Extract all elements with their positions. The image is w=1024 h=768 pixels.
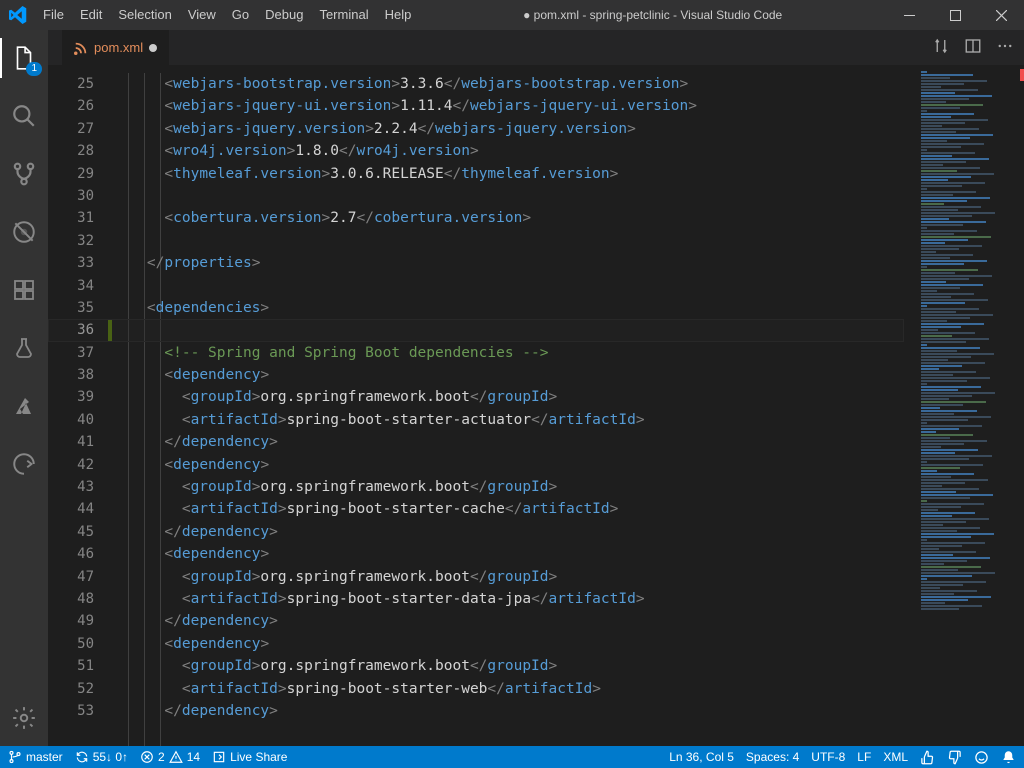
feedback-thumbsdown-icon[interactable] <box>947 750 962 765</box>
test-icon[interactable] <box>0 328 48 368</box>
activity-bar: 1 <box>0 30 48 746</box>
minimize-button[interactable] <box>886 0 932 30</box>
split-editor-icon[interactable] <box>964 37 982 58</box>
menu-terminal[interactable]: Terminal <box>311 0 376 30</box>
language-mode-status[interactable]: XML <box>883 750 908 764</box>
settings-gear-icon[interactable] <box>0 698 48 738</box>
liveshare-icon[interactable] <box>0 444 48 484</box>
editor-area: pom.xml 25262728293031323334353637383940… <box>48 30 1024 746</box>
feedback-smiley-icon[interactable] <box>974 750 989 765</box>
search-icon[interactable] <box>0 96 48 136</box>
problems-status[interactable]: 2 14 <box>140 750 200 764</box>
live-share-status[interactable]: Live Share <box>212 750 287 764</box>
status-bar: master 55↓ 0↑ 2 14 Live Share Ln 36, Col… <box>0 746 1024 768</box>
minimap[interactable] <box>914 69 1024 746</box>
eol-status[interactable]: LF <box>857 750 871 764</box>
title-bar: FileEditSelectionViewGoDebugTerminalHelp… <box>0 0 1024 30</box>
xml-file-icon <box>74 41 88 55</box>
dirty-indicator-icon <box>149 44 157 52</box>
minimap-error-marker <box>1020 69 1024 81</box>
more-actions-icon[interactable] <box>996 37 1014 58</box>
close-button[interactable] <box>978 0 1024 30</box>
encoding-status[interactable]: UTF-8 <box>811 750 845 764</box>
compare-changes-icon[interactable] <box>932 37 950 58</box>
maximize-button[interactable] <box>932 0 978 30</box>
menu-go[interactable]: Go <box>224 0 257 30</box>
menu-help[interactable]: Help <box>377 0 420 30</box>
tab-bar: pom.xml <box>48 30 1024 65</box>
indentation-status[interactable]: Spaces: 4 <box>746 750 799 764</box>
debug-icon[interactable] <box>0 212 48 252</box>
menu-view[interactable]: View <box>180 0 224 30</box>
menu-edit[interactable]: Edit <box>72 0 110 30</box>
explorer-badge: 1 <box>26 62 42 76</box>
source-control-icon[interactable] <box>0 154 48 194</box>
azure-icon[interactable] <box>0 386 48 426</box>
menu-debug[interactable]: Debug <box>257 0 311 30</box>
menu-selection[interactable]: Selection <box>110 0 179 30</box>
git-branch-status[interactable]: master <box>8 750 63 764</box>
notifications-bell-icon[interactable] <box>1001 750 1016 765</box>
explorer-icon[interactable]: 1 <box>0 38 48 78</box>
line-number-gutter: 2526272829303132333435363738394041424344… <box>48 69 112 746</box>
git-sync-status[interactable]: 55↓ 0↑ <box>75 750 128 764</box>
tab-pom-xml[interactable]: pom.xml <box>62 30 170 65</box>
cursor-position-status[interactable]: Ln 36, Col 5 <box>669 750 734 764</box>
menu-file[interactable]: File <box>35 0 72 30</box>
feedback-thumbsup-icon[interactable] <box>920 750 935 765</box>
extensions-icon[interactable] <box>0 270 48 310</box>
tab-title: pom.xml <box>94 40 143 55</box>
menu-bar: FileEditSelectionViewGoDebugTerminalHelp <box>35 0 419 30</box>
code-editor[interactable]: 2526272829303132333435363738394041424344… <box>48 69 1024 746</box>
window-title: ● pom.xml - spring-petclinic - Visual St… <box>419 8 886 22</box>
window-controls <box>886 0 1024 30</box>
app-icon <box>0 6 35 24</box>
